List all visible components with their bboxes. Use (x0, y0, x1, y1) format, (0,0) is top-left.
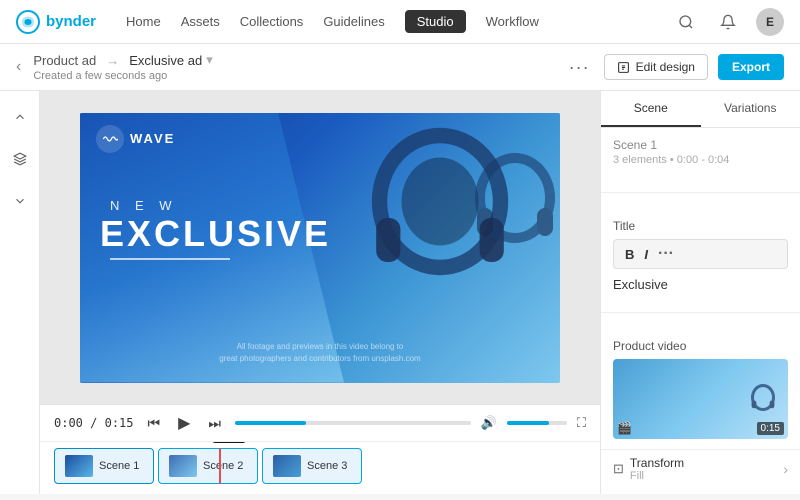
canvas-new-text: N E W (110, 198, 178, 213)
logo[interactable]: bynder (16, 10, 96, 34)
bynder-logo-icon (16, 10, 40, 34)
track-container: Scene 1 Scene 2 Scene 3 (54, 448, 586, 484)
scene-1-thumbnail (65, 455, 93, 477)
scene-2-thumbnail (169, 455, 197, 477)
nav-workflow[interactable]: Workflow (486, 10, 539, 33)
scene-track-2[interactable]: Scene 2 (158, 448, 258, 484)
collapse-icon[interactable] (6, 103, 34, 131)
scene-info-section: Scene 1 3 elements • 0:00 - 0:04 (601, 128, 800, 184)
left-sidebar (0, 91, 40, 494)
nav-collections[interactable]: Collections (240, 10, 304, 33)
parent-breadcrumb[interactable]: Product ad (33, 53, 96, 68)
timeline-wrapper: 0:04 Scene 1 Scene 2 Scene (54, 448, 586, 484)
nav-studio[interactable]: Studio (405, 10, 466, 33)
more-options-button[interactable]: ··· (569, 57, 590, 78)
current-breadcrumb[interactable]: Exclusive ad ▾ (129, 52, 213, 68)
headphone-right (465, 143, 560, 266)
product-video-label: Product video (613, 339, 788, 353)
timeline-track: 0:04 Scene 1 Scene 2 Scene (40, 442, 600, 490)
timeline-area: 0:00 / 0:15 ⏮ ▶ ⏭ 🔊 ⛶ 0: (40, 404, 600, 494)
created-timestamp: Created a few seconds ago (33, 70, 212, 82)
nav-guidelines[interactable]: Guidelines (323, 10, 384, 33)
panel-tabs: Scene Variations (601, 91, 800, 128)
notifications-icon[interactable] (714, 8, 742, 36)
video-headphone-graphic (748, 381, 778, 417)
nav-assets[interactable]: Assets (181, 10, 220, 33)
user-avatar[interactable]: E (756, 8, 784, 36)
breadcrumb-arrow: → (106, 53, 119, 68)
scene-track-3[interactable]: Scene 3 (262, 448, 362, 484)
scene-track-1[interactable]: Scene 1 (54, 448, 154, 484)
timeline-progress-fill (235, 421, 306, 425)
wave-logo: WAVE (96, 125, 175, 153)
main-layout: WAVE N E W EXCLUSIVE All footage and pre… (0, 91, 800, 494)
scene-meta: 3 elements • 0:00 - 0:04 (613, 154, 788, 166)
time-display: 0:00 / 0:15 (54, 416, 134, 430)
transform-info: Transform Fill (630, 456, 777, 482)
timeline-controls: 0:00 / 0:15 ⏮ ▶ ⏭ 🔊 ⛶ (40, 405, 600, 442)
dropdown-chevron: ▾ (206, 52, 213, 68)
export-button[interactable]: Export (718, 54, 784, 80)
volume-bar[interactable] (507, 421, 567, 425)
scene-1-label: Scene 1 (99, 460, 139, 472)
nav-home[interactable]: Home (126, 10, 161, 33)
volume-icon[interactable]: 🔊 (481, 415, 497, 431)
layers-icon[interactable] (6, 145, 34, 173)
edit-design-icon (617, 61, 630, 74)
text-formatting-toolbar: B I ··· (613, 239, 788, 269)
video-camera-icon: 🎬 (617, 421, 632, 435)
canvas-footer: All footage and previews in this video b… (80, 341, 560, 365)
divider-2 (601, 312, 800, 313)
transform-icon: ⊡ (613, 461, 624, 477)
logo-text: bynder (46, 13, 96, 30)
breadcrumb-meta: Product ad → Exclusive ad ▾ Created a fe… (33, 52, 212, 82)
bold-button[interactable]: B (622, 246, 637, 263)
back-button[interactable]: ‹ (16, 58, 21, 76)
scene-title: Scene 1 (613, 138, 788, 152)
play-pause-button[interactable]: ▶ (174, 411, 194, 435)
title-value[interactable]: Exclusive (613, 275, 788, 294)
scene-3-label: Scene 3 (307, 460, 347, 472)
design-canvas[interactable]: WAVE N E W EXCLUSIVE All footage and pre… (80, 113, 560, 383)
skip-forward-button[interactable]: ⏭ (204, 413, 225, 434)
breadcrumb-bar: ‹ Product ad → Exclusive ad ▾ Created a … (0, 44, 800, 91)
skip-back-button[interactable]: ⏮ (144, 413, 165, 434)
title-section-label: Title (613, 219, 788, 233)
top-navigation: bynder Home Assets Collections Guideline… (0, 0, 800, 44)
scene-3-thumbnail (273, 455, 301, 477)
canvas-exclusive-text: EXCLUSIVE (100, 213, 331, 255)
search-icon[interactable] (672, 8, 700, 36)
transform-title: Transform (630, 456, 777, 470)
nav-items: Home Assets Collections Guidelines Studi… (126, 10, 652, 33)
tab-scene[interactable]: Scene (601, 91, 701, 127)
canvas-divider (110, 258, 230, 260)
right-panel: Scene Variations Scene 1 3 elements • 0:… (600, 91, 800, 494)
transform-chevron-icon: › (783, 461, 788, 477)
fullscreen-button[interactable]: ⛶ (577, 415, 586, 431)
volume-fill (507, 421, 549, 425)
title-section: Title B I ··· Exclusive (601, 201, 800, 304)
product-video-thumbnail[interactable]: 🎬 0:15 (613, 359, 788, 439)
timeline-progress-bar[interactable] (235, 421, 471, 425)
video-duration: 0:15 (757, 422, 784, 435)
playhead-marker: 0:04 (212, 442, 246, 443)
wave-logo-text: WAVE (130, 131, 175, 146)
product-video-section: Product video 🎬 0:15 (601, 321, 800, 449)
canvas-area: WAVE N E W EXCLUSIVE All footage and pre… (40, 91, 600, 494)
transform-sub: Fill (630, 470, 777, 482)
expand-icon[interactable] (6, 187, 34, 215)
canvas-wrapper: WAVE N E W EXCLUSIVE All footage and pre… (40, 91, 600, 404)
transform-row[interactable]: ⊡ Transform Fill › (601, 449, 800, 488)
divider-1 (601, 192, 800, 193)
italic-button[interactable]: I (641, 246, 651, 263)
breadcrumb-actions: ··· Edit design Export (569, 54, 784, 80)
tab-variations[interactable]: Variations (701, 91, 800, 127)
breadcrumb: ‹ Product ad → Exclusive ad ▾ Created a … (16, 52, 569, 82)
scene-2-label: Scene 2 (203, 460, 243, 472)
edit-design-button[interactable]: Edit design (604, 54, 708, 80)
wave-logo-icon (96, 125, 124, 153)
more-text-options-button[interactable]: ··· (655, 244, 677, 264)
nav-right: E (672, 8, 784, 36)
